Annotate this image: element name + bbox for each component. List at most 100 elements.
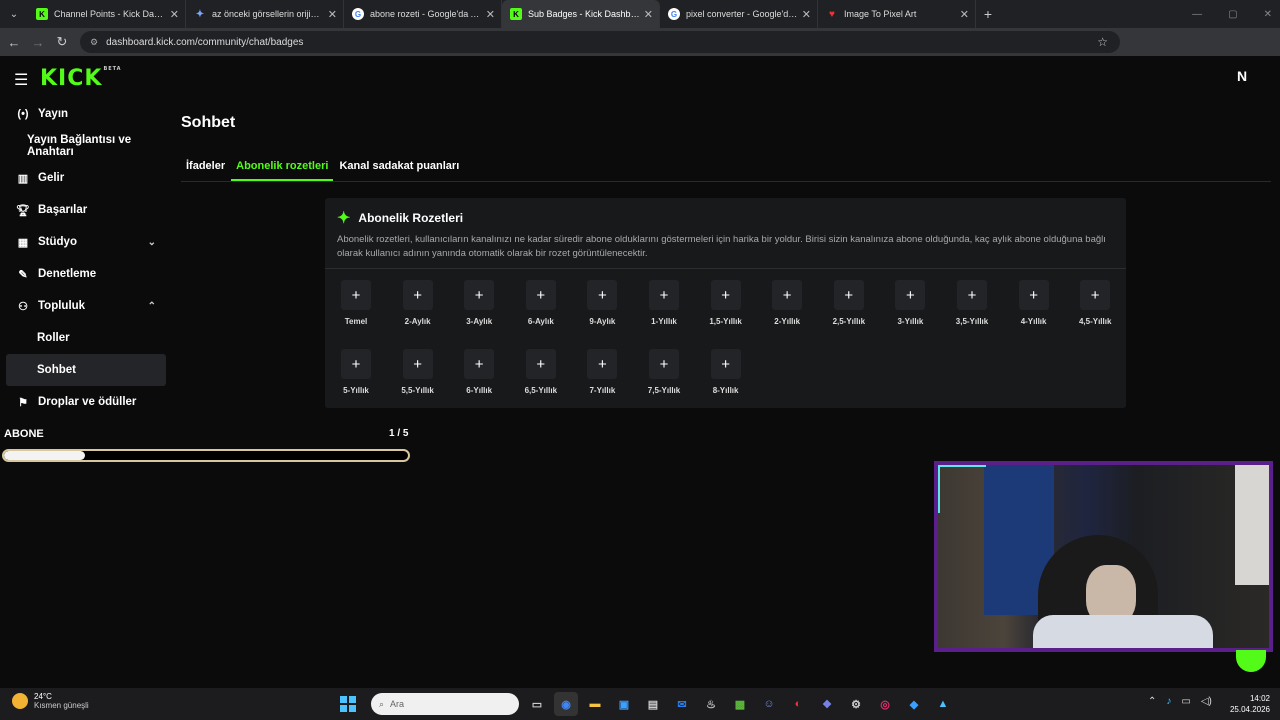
sidebar-item-topluluk[interactable]: ⚇ Topluluk ⌃ <box>0 290 174 322</box>
tab-search-icon[interactable]: ⌄ <box>0 0 28 28</box>
new-tab-icon[interactable]: + <box>976 6 1000 22</box>
browser-tab[interactable]: ✦ az önceki görsellerin orijinalliğini ✕ <box>186 0 344 28</box>
browser-tab[interactable]: Gabone rozeti - Google'da Ara ✕ <box>344 0 502 28</box>
chrome-icon[interactable]: ◉ <box>554 692 578 716</box>
close-icon[interactable]: ✕ <box>486 8 495 21</box>
badge-slot[interactable]: +6-Aylık <box>510 280 572 326</box>
bookmark-star-icon[interactable]: ☆ <box>1097 35 1108 49</box>
tab-abonelik-rozetleri[interactable]: Abonelik rozetleri <box>231 156 334 181</box>
hamburger-menu-icon[interactable]: ☰ <box>14 70 28 90</box>
add-badge-button[interactable]: + <box>957 280 987 310</box>
teams-icon[interactable]: ❖ <box>815 692 839 716</box>
sidebar-item-gelir[interactable]: ▥ Gelir <box>0 162 174 194</box>
file-explorer-icon[interactable]: ▬ <box>583 692 607 716</box>
steam-icon[interactable]: ♨ <box>699 692 723 716</box>
close-icon[interactable]: ✕ <box>802 8 811 21</box>
add-badge-button[interactable]: + <box>1018 280 1049 310</box>
mail-icon[interactable]: ✉ <box>670 692 694 716</box>
add-badge-button[interactable]: + <box>710 349 741 379</box>
add-badge-button[interactable]: + <box>649 280 679 310</box>
instagram-icon[interactable]: ◎ <box>873 692 897 716</box>
badge-slot[interactable]: +5,5-Yıllık <box>387 349 449 395</box>
vpn-icon[interactable]: ◆ <box>902 692 926 716</box>
volume-icon[interactable]: ◁) <box>1201 696 1212 707</box>
tab-ifadeler[interactable]: İfadeler <box>181 156 230 181</box>
add-badge-button[interactable]: + <box>1080 280 1111 310</box>
sidebar-item-droplar[interactable]: ⚑ Droplar ve ödüller <box>0 386 174 418</box>
sidebar-item-denetleme[interactable]: ✎ Denetleme <box>0 258 174 290</box>
chevron-up-icon[interactable]: ⌃ <box>148 301 156 312</box>
kick-logo[interactable]: KICKBETA <box>40 66 122 91</box>
add-badge-button[interactable]: + <box>895 280 926 310</box>
badge-slot[interactable]: +1,5-Yıllık <box>695 280 757 326</box>
sidebar-item-roller[interactable]: Roller <box>0 322 174 354</box>
badge-slot[interactable]: +3,5-Yıllık <box>941 280 1003 326</box>
sidebar-item-yayin[interactable]: (•) Yayın <box>0 98 174 130</box>
taskbar-search-input[interactable]: ⌕ Ara <box>371 693 519 715</box>
microphone-icon[interactable]: ♪ <box>1166 696 1171 707</box>
url-input[interactable]: ⚙ dashboard.kick.com/community/chat/badg… <box>80 31 1120 53</box>
photos-icon[interactable]: ▲ <box>931 692 955 716</box>
badge-slot[interactable]: +5-Yıllık <box>325 349 387 395</box>
add-badge-button[interactable]: + <box>464 349 495 379</box>
add-badge-button[interactable]: + <box>402 349 433 379</box>
close-icon[interactable]: ✕ <box>644 8 653 21</box>
browser-tab-active[interactable]: K Sub Badges - Kick Dashboard ✕ <box>502 0 660 28</box>
badge-slot[interactable]: +2-Yıllık <box>756 280 818 326</box>
chevron-down-icon[interactable]: ⌄ <box>148 237 156 248</box>
site-info-icon[interactable]: ⚙ <box>90 37 98 48</box>
taskbar-clock[interactable]: 14:02 25.04.2026 <box>1230 693 1270 715</box>
discord-icon[interactable]: ☺ <box>757 692 781 716</box>
add-badge-button[interactable]: + <box>587 349 618 379</box>
floating-action-button[interactable] <box>1236 650 1266 672</box>
user-avatar[interactable]: N <box>1232 68 1252 88</box>
badge-slot[interactable]: +8-Yıllık <box>695 349 757 395</box>
badge-slot[interactable]: +7-Yıllık <box>571 349 633 395</box>
close-icon[interactable]: ✕ <box>170 8 179 21</box>
badge-slot[interactable]: +4-Yıllık <box>1003 280 1065 326</box>
badge-slot[interactable]: +2-Aylık <box>387 280 449 326</box>
browser-tab[interactable]: K Channel Points - Kick Dashboard ✕ <box>28 0 186 28</box>
add-badge-button[interactable]: + <box>402 280 433 310</box>
badge-slot[interactable]: +6-Yıllık <box>448 349 510 395</box>
badge-slot[interactable]: +4,5-Yıllık <box>1064 280 1126 326</box>
add-badge-button[interactable]: + <box>772 280 803 310</box>
forward-icon[interactable]: → <box>26 35 50 50</box>
network-icon[interactable]: ▭ <box>1181 696 1190 707</box>
badge-slot[interactable]: +2,5-Yıllık <box>818 280 880 326</box>
weather-widget[interactable]: 24°C Kısmen güneşli <box>12 692 89 710</box>
badge-slot[interactable]: +3-Aylık <box>448 280 510 326</box>
badge-slot[interactable]: +9-Aylık <box>571 280 633 326</box>
chevron-up-icon[interactable]: ⌃ <box>1148 696 1156 707</box>
add-badge-button[interactable]: + <box>525 280 556 310</box>
badge-slot[interactable]: + Temel <box>325 280 387 326</box>
add-badge-button[interactable]: + <box>649 349 679 379</box>
browser-tab[interactable]: Gpixel converter - Google'da Ara ✕ <box>660 0 818 28</box>
badge-slot[interactable]: +3-Yıllık <box>879 280 941 326</box>
windows-start-icon[interactable] <box>336 692 360 716</box>
add-badge-button[interactable]: + <box>341 349 371 379</box>
opera-icon[interactable]: ◐ <box>786 692 810 716</box>
minecraft-icon[interactable]: ▩ <box>728 692 752 716</box>
browser-tab[interactable]: ♥ Image To Pixel Art ✕ <box>818 0 976 28</box>
store-icon[interactable]: ▤ <box>641 692 665 716</box>
monitor-app-icon[interactable]: ▣ <box>612 692 636 716</box>
add-badge-button[interactable]: + <box>710 280 741 310</box>
badge-slot[interactable]: +6,5-Yıllık <box>510 349 572 395</box>
add-badge-button[interactable]: + <box>341 280 371 310</box>
close-icon[interactable]: ✕ <box>328 8 337 21</box>
tab-kanal-sadakat-puanlari[interactable]: Kanal sadakat puanları <box>334 156 464 181</box>
back-icon[interactable]: ← <box>2 35 26 50</box>
sidebar-item-sohbet[interactable]: Sohbet <box>6 354 166 386</box>
add-badge-button[interactable]: + <box>833 280 864 310</box>
reload-icon[interactable]: ↻ <box>50 34 74 50</box>
task-view-icon[interactable]: ▭ <box>525 692 549 716</box>
sidebar-item-studyo[interactable]: ▦ Stüdyo ⌄ <box>0 226 174 258</box>
add-badge-button[interactable]: + <box>587 280 618 310</box>
settings-icon[interactable]: ⚙ <box>844 692 868 716</box>
sidebar-item-basarilar[interactable]: 🏆︎ Başarılar <box>0 194 174 226</box>
minimize-icon[interactable]: — <box>1192 9 1202 20</box>
maximize-icon[interactable]: ▢ <box>1228 9 1237 20</box>
close-window-icon[interactable]: ✕ <box>1264 9 1272 20</box>
add-badge-button[interactable]: + <box>525 349 556 379</box>
